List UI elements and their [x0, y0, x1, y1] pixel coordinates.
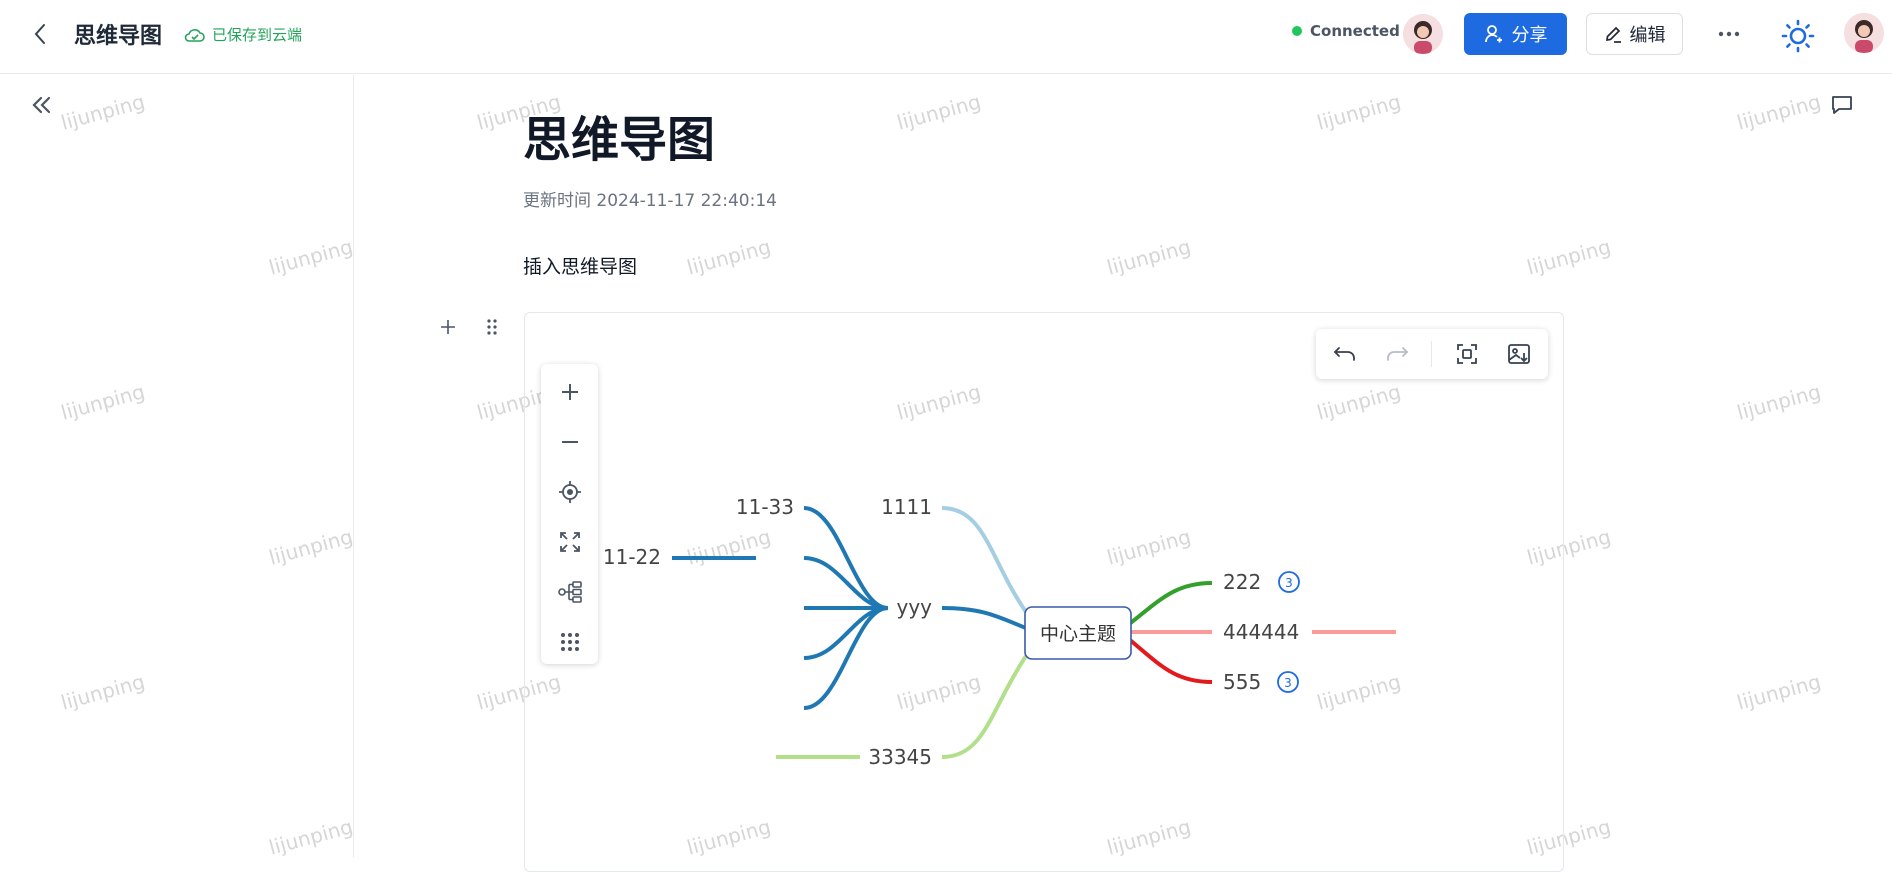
- fit-view-button[interactable]: [1442, 329, 1492, 379]
- mindmap-graph: 中心主题 222 3 444444 555 3 1111 yyy 33345 1…: [603, 495, 1396, 769]
- branch-1111: [941, 506, 1028, 614]
- locate-icon: [558, 481, 581, 503]
- fullscreen-icon: [559, 532, 580, 552]
- fit-icon: [1457, 344, 1477, 364]
- toolbar-divider: [1431, 341, 1432, 367]
- mindmap-left-toolbar: [541, 364, 598, 664]
- zoom-out-button[interactable]: [541, 422, 598, 462]
- grid-icon: [560, 633, 579, 651]
- export-image-button[interactable]: [1494, 329, 1544, 379]
- badge-222-label: 3: [1285, 576, 1293, 590]
- undo-icon: [1333, 347, 1355, 361]
- node-yyy[interactable]: yyy: [896, 595, 932, 619]
- fullscreen-button[interactable]: [541, 522, 598, 562]
- grid-button[interactable]: [541, 622, 598, 662]
- redo-button[interactable]: [1372, 329, 1422, 379]
- locate-button[interactable]: [541, 472, 598, 512]
- export-image-icon: [1508, 344, 1530, 364]
- structure-button[interactable]: [541, 572, 598, 612]
- node-222[interactable]: 222: [1223, 570, 1261, 594]
- yyy-children: [803, 506, 889, 710]
- root-node-label: 中心主题: [1040, 623, 1116, 645]
- mindmap-top-toolbar: [1316, 329, 1548, 379]
- node-11-33[interactable]: 11-33: [736, 495, 794, 519]
- node-11-22[interactable]: 11-22: [603, 545, 661, 569]
- redo-icon: [1387, 347, 1409, 361]
- undo-button[interactable]: [1320, 329, 1370, 379]
- branch-yyy: [941, 606, 1027, 630]
- node-555[interactable]: 555: [1223, 670, 1261, 694]
- structure-icon: [557, 581, 582, 603]
- node-444444[interactable]: 444444: [1223, 620, 1299, 644]
- branch-33345: [941, 654, 1028, 759]
- branch-555: [1128, 638, 1213, 684]
- badge-555-label: 3: [1284, 676, 1292, 690]
- zoom-in-button[interactable]: [541, 372, 598, 412]
- zoom-in-icon: [561, 384, 578, 400]
- branch-222: [1126, 581, 1213, 627]
- node-33345[interactable]: 33345: [868, 745, 932, 769]
- zoom-out-icon: [561, 441, 578, 443]
- node-1111[interactable]: 1111: [881, 495, 932, 519]
